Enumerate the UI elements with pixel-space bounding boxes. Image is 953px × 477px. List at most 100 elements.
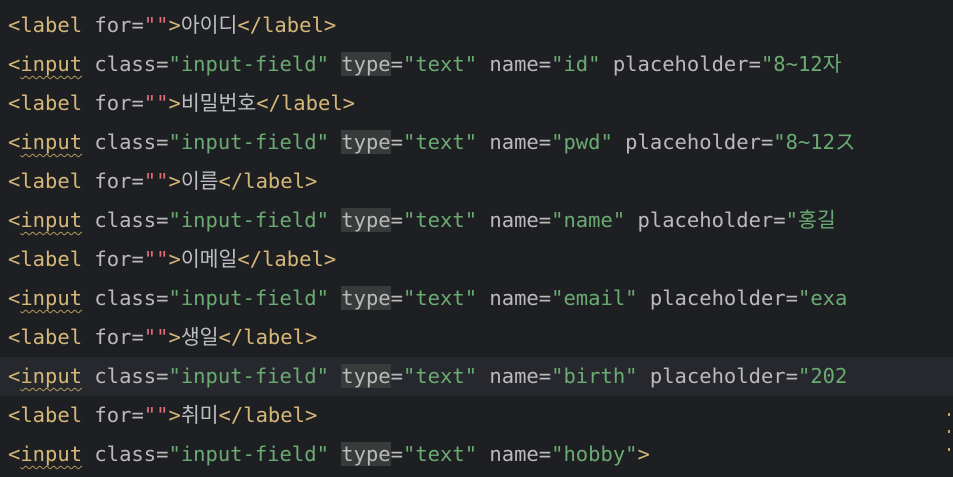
code-line-6[interactable]: <input class="input-field" type="text" n… — [0, 201, 953, 240]
name-value: email — [563, 286, 626, 310]
equals-sign: = — [390, 442, 403, 466]
tag-close-bracket: > — [304, 403, 318, 427]
code-line-2[interactable]: <input class="input-field" type="text" n… — [0, 45, 953, 84]
code-line-10[interactable]: <input class="input-field" type="text" n… — [0, 357, 953, 396]
class-attr: class — [94, 130, 157, 154]
for-attr: for — [94, 325, 132, 349]
quote: " — [143, 169, 157, 193]
quote: " — [551, 130, 564, 154]
code-editor[interactable]: <label for="">아이디</label> <input class="i… — [0, 0, 953, 477]
code-line-8[interactable]: <input class="input-field" type="text" n… — [0, 279, 953, 318]
tag-close-bracket: > — [304, 169, 318, 193]
label-text: 이름 — [180, 169, 219, 193]
type-attr: type — [341, 442, 391, 466]
type-attr: type — [341, 52, 391, 76]
quote: " — [168, 364, 181, 388]
quote: " — [785, 208, 798, 232]
quote: " — [464, 286, 478, 310]
label-text: 생일 — [180, 325, 219, 349]
quote: " — [143, 13, 157, 37]
for-attr: for — [94, 169, 132, 193]
equals-sign: = — [390, 52, 403, 76]
quote: " — [464, 130, 478, 154]
quote: " — [551, 286, 564, 310]
code-line-3[interactable]: <label for="">비밀번호</label> — [0, 84, 953, 123]
code-line-5[interactable]: <label for="">이름</label> — [0, 162, 953, 201]
quote: " — [551, 52, 564, 76]
gutter-warning-marker[interactable] — [948, 413, 950, 416]
label-tag-name: label — [20, 325, 83, 349]
class-attr: class — [94, 286, 157, 310]
name-value: birth — [563, 364, 626, 388]
label-text: 비밀번호 — [180, 91, 257, 115]
code-line-11[interactable]: <label for="">취미</label> — [0, 396, 953, 435]
tag-close-bracket: > — [304, 325, 318, 349]
label-tag-name: label — [20, 169, 83, 193]
class-value: input-field — [180, 442, 317, 466]
equals-sign: = — [390, 286, 403, 310]
code-line-9[interactable]: <label for="">생일</label> — [0, 318, 953, 357]
equals-sign: = — [538, 442, 552, 466]
name-attr: name — [489, 208, 539, 232]
equals-sign: = — [131, 403, 144, 427]
gutter-warning-marker[interactable] — [948, 430, 950, 433]
end-tag-open-bracket: </ — [237, 247, 263, 271]
quote: " — [156, 403, 169, 427]
label-tag-name: label — [262, 13, 324, 37]
type-value: text — [415, 286, 465, 310]
placeholder-value: 8~12ス — [785, 130, 856, 154]
input-tag-name: input — [20, 130, 83, 154]
quote: " — [464, 52, 478, 76]
placeholder-value: exa — [810, 286, 848, 310]
quote: " — [143, 403, 157, 427]
code-line-7[interactable]: <label for="">이메일</label> — [0, 240, 953, 279]
quote: " — [797, 286, 811, 310]
equals-sign: = — [131, 13, 144, 37]
name-attr: name — [489, 52, 539, 76]
placeholder-value: 8~12자 — [773, 52, 842, 76]
code-line-1[interactable]: <label for="">아이디</label> — [0, 6, 953, 45]
name-attr: name — [489, 364, 539, 388]
quote: " — [143, 325, 157, 349]
type-value: text — [415, 52, 465, 76]
quote: " — [402, 442, 416, 466]
tag-open-bracket: < — [8, 52, 21, 76]
code-line-4[interactable]: <input class="input-field" type="text" n… — [0, 123, 953, 162]
quote: " — [760, 52, 774, 76]
label-text: 취미 — [180, 403, 219, 427]
label-tag-name: label — [20, 247, 83, 271]
code-line-12[interactable]: <input class="input-field" type="text" n… — [0, 435, 953, 474]
input-tag-name: input — [20, 52, 83, 76]
quote: " — [316, 130, 329, 154]
tag-close-bracket: > — [168, 13, 181, 37]
quote: " — [600, 130, 613, 154]
equals-sign: = — [131, 169, 144, 193]
tag-close-bracket: > — [323, 247, 337, 271]
equals-sign: = — [131, 91, 144, 115]
quote: " — [551, 208, 564, 232]
for-attr: for — [94, 403, 132, 427]
end-tag-open-bracket: </ — [218, 325, 244, 349]
equals-sign: = — [390, 208, 403, 232]
quote: " — [156, 325, 169, 349]
quote: " — [464, 364, 478, 388]
placeholder-value: 홍길 — [797, 208, 836, 232]
quote: " — [143, 247, 157, 271]
quote: " — [156, 247, 169, 271]
class-attr: class — [94, 208, 157, 232]
equals-sign: = — [785, 364, 798, 388]
class-value: input-field — [180, 208, 317, 232]
quote: " — [316, 52, 329, 76]
tag-close-bracket: > — [168, 247, 181, 271]
class-value: input-field — [180, 364, 317, 388]
quote: " — [464, 442, 478, 466]
quote: " — [156, 13, 169, 37]
equals-sign: = — [156, 52, 169, 76]
gutter-warning-marker[interactable] — [948, 448, 950, 451]
name-attr: name — [489, 442, 539, 466]
type-value: text — [415, 442, 465, 466]
name-value: name — [563, 208, 613, 232]
name-attr: name — [489, 130, 539, 154]
quote: " — [402, 52, 416, 76]
equals-sign: = — [785, 286, 798, 310]
